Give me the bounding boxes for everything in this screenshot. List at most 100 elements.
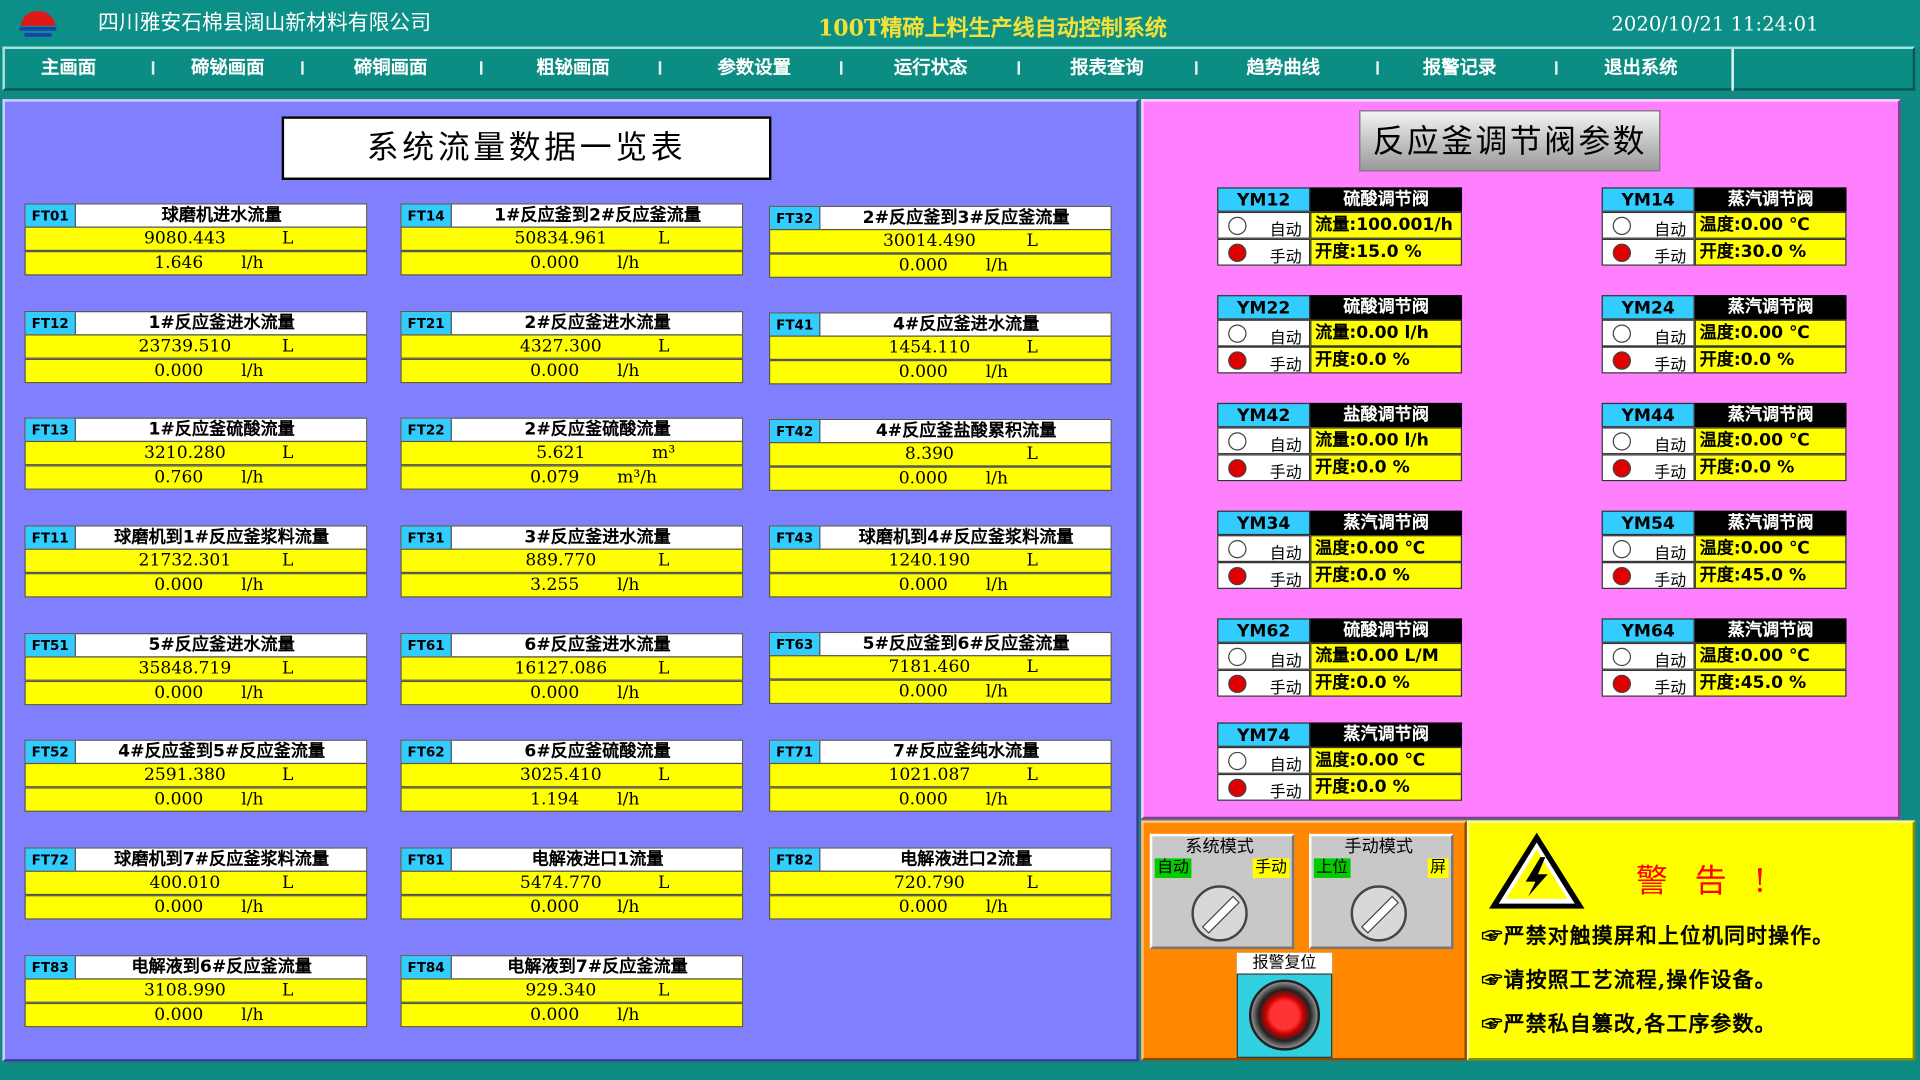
- auto-radio-icon[interactable]: [1228, 751, 1247, 771]
- menu-parameters[interactable]: 参数设置: [718, 54, 791, 80]
- menu-crude-bismuth[interactable]: 粗铋画面: [536, 54, 609, 80]
- auto-radio-icon[interactable]: [1612, 216, 1632, 236]
- flow-card: FT14 1#反应釜到2#反应釜流量 50834.961 L 0.000 l/h: [400, 203, 744, 276]
- flow-tag: FT51: [25, 634, 76, 658]
- warning-title: 警告!: [1635, 863, 1794, 901]
- flow-rate-row: 0.000 l/h: [400, 1002, 744, 1028]
- valve-auto-option[interactable]: 自动: [1217, 746, 1311, 775]
- flow-rate-unit: l/h: [241, 1005, 264, 1025]
- valve-manual-option[interactable]: 手动: [1601, 454, 1695, 482]
- flow-name: 1#反应釜硫酸流量: [148, 420, 295, 440]
- valve-auto-option[interactable]: 自动: [1217, 642, 1311, 671]
- flow-card-header: FT82 电解液进口2流量: [768, 847, 1112, 872]
- valve-opening: 开度:0.0 %: [1310, 773, 1463, 801]
- system-mode-switch[interactable]: 系统模式 自动 手动: [1149, 833, 1295, 949]
- flow-card-header: FT51 5#反应釜进水流量: [24, 633, 368, 658]
- flow-total-row: 1021.087 L: [768, 762, 1112, 788]
- valve-manual-option[interactable]: 手动: [1601, 562, 1695, 590]
- valve-block: YM54 蒸汽调节阀 自动 手动 温度:0.00 ℃ 开度:45.0 %: [1601, 510, 1847, 590]
- valve-manual-option[interactable]: 手动: [1217, 346, 1311, 375]
- valve-manual-option[interactable]: 手动: [1601, 669, 1695, 698]
- flow-total-unit: L: [657, 228, 670, 249]
- flow-card: FT81 电解液进口1流量 5474.770 L 0.000 l/h: [400, 847, 744, 920]
- auto-radio-icon[interactable]: [1612, 540, 1632, 559]
- valve-manual-option[interactable]: 手动: [1217, 773, 1311, 802]
- valve-manual-option[interactable]: 手动: [1217, 562, 1311, 590]
- flow-rate-row: 0.000 l/h: [768, 466, 1112, 492]
- valve-auto-option[interactable]: 自动: [1601, 211, 1695, 240]
- valve-name: 蒸汽调节阀: [1310, 510, 1463, 536]
- valve-auto-option[interactable]: 自动: [1217, 427, 1311, 456]
- menu-tellurium-copper[interactable]: 碲铜画面: [354, 54, 427, 80]
- valve-manual-option[interactable]: 手动: [1601, 238, 1695, 267]
- valve-auto-option[interactable]: 自动: [1601, 427, 1695, 456]
- manual-indicator-icon[interactable]: [1228, 459, 1247, 478]
- flow-card-header: FT12 1#反应釜进水流量: [24, 311, 368, 336]
- flow-rate-row: 0.000 l/h: [400, 895, 744, 920]
- flow-total-row: 2591.380 L: [24, 762, 368, 788]
- alarm-reset-button[interactable]: [1248, 979, 1321, 1051]
- manual-indicator-icon[interactable]: [1228, 778, 1247, 798]
- flow-card-header: FT21 2#反应釜进水流量: [400, 311, 744, 336]
- flow-rate-row: 0.000 l/h: [768, 253, 1112, 278]
- menu-tellurium-bismuth[interactable]: 碲铋画面: [191, 54, 264, 80]
- valve-auto-option[interactable]: 自动: [1601, 319, 1695, 348]
- flow-rate-value: 0.000: [154, 361, 204, 381]
- manual-indicator-icon[interactable]: [1612, 243, 1632, 263]
- auto-radio-icon[interactable]: [1228, 216, 1247, 236]
- flow-total-value: 3025.410: [519, 765, 602, 785]
- valve-auto-option[interactable]: 自动: [1601, 535, 1695, 563]
- menu-exit[interactable]: 退出系统: [1604, 54, 1677, 80]
- auto-radio-icon[interactable]: [1612, 647, 1632, 667]
- flow-total-value: 3210.280: [143, 443, 226, 463]
- auto-radio-icon[interactable]: [1612, 324, 1632, 343]
- valve-id: YM54: [1601, 510, 1695, 536]
- menu-trend[interactable]: 趋势曲线: [1247, 54, 1320, 80]
- menu-alarm-log[interactable]: 报警记录: [1423, 54, 1496, 80]
- flow-rate-unit: l/h: [617, 683, 640, 703]
- valve-auto-option[interactable]: 自动: [1601, 642, 1695, 671]
- valve-manual-option[interactable]: 手动: [1601, 346, 1695, 375]
- menu-main[interactable]: 主画面: [41, 54, 96, 80]
- flow-card-header: FT22 2#反应釜硫酸流量: [400, 417, 744, 443]
- manual-indicator-icon[interactable]: [1228, 566, 1247, 586]
- valve-manual-option[interactable]: 手动: [1217, 454, 1311, 482]
- flow-card: FT51 5#反应釜进水流量 35848.719 L 0.000 l/h: [24, 633, 368, 706]
- manual-indicator-icon[interactable]: [1612, 566, 1632, 586]
- menu-separator: [1017, 61, 1021, 75]
- flow-card: FT22 2#反应釜硫酸流量 5.621 m³ 0.079 m³/h: [400, 417, 744, 491]
- auto-radio-icon[interactable]: [1228, 324, 1247, 343]
- flow-tag: FT31: [401, 526, 452, 550]
- flow-total-row: 35848.719 L: [24, 656, 368, 681]
- valve-manual-option[interactable]: 手动: [1217, 238, 1311, 267]
- valve-auto-option[interactable]: 自动: [1217, 535, 1311, 563]
- valve-name: 硫酸调节阀: [1310, 295, 1463, 320]
- manual-indicator-icon[interactable]: [1228, 351, 1247, 370]
- manual-indicator-icon[interactable]: [1228, 243, 1247, 263]
- flow-card-header: FT61 6#反应釜进水流量: [400, 633, 744, 658]
- manual-indicator-icon[interactable]: [1612, 674, 1632, 694]
- selector-knob-icon[interactable]: [1350, 885, 1407, 942]
- manual-indicator-icon[interactable]: [1228, 674, 1247, 694]
- valve-auto-option[interactable]: 自动: [1217, 211, 1311, 240]
- auto-radio-icon[interactable]: [1228, 540, 1247, 559]
- flow-rate-row: 0.000 l/h: [24, 680, 368, 706]
- auto-radio-icon[interactable]: [1228, 432, 1247, 451]
- manual-indicator-icon[interactable]: [1612, 351, 1632, 370]
- manual-mode-switch[interactable]: 手动模式 上位 屏: [1308, 833, 1454, 949]
- flow-total-value: 5474.770: [519, 873, 602, 893]
- manual-indicator-icon[interactable]: [1612, 459, 1632, 478]
- menu-run-status[interactable]: 运行状态: [894, 54, 967, 80]
- flow-rate-unit: l/h: [241, 683, 264, 703]
- auto-radio-icon[interactable]: [1612, 432, 1632, 451]
- flow-card-header: FT42 4#反应釜盐酸累积流量: [768, 418, 1112, 444]
- flow-total-row: 720.790 L: [768, 870, 1112, 896]
- flow-card-header: FT32 2#反应釜到3#反应釜流量: [768, 205, 1112, 231]
- flow-tag: FT81: [401, 848, 452, 872]
- selector-knob-icon[interactable]: [1191, 885, 1248, 942]
- flow-tag: FT72: [25, 848, 76, 872]
- auto-radio-icon[interactable]: [1228, 647, 1247, 667]
- valve-auto-option[interactable]: 自动: [1217, 319, 1311, 348]
- valve-manual-option[interactable]: 手动: [1217, 669, 1311, 698]
- menu-reports[interactable]: 报表查询: [1070, 54, 1143, 80]
